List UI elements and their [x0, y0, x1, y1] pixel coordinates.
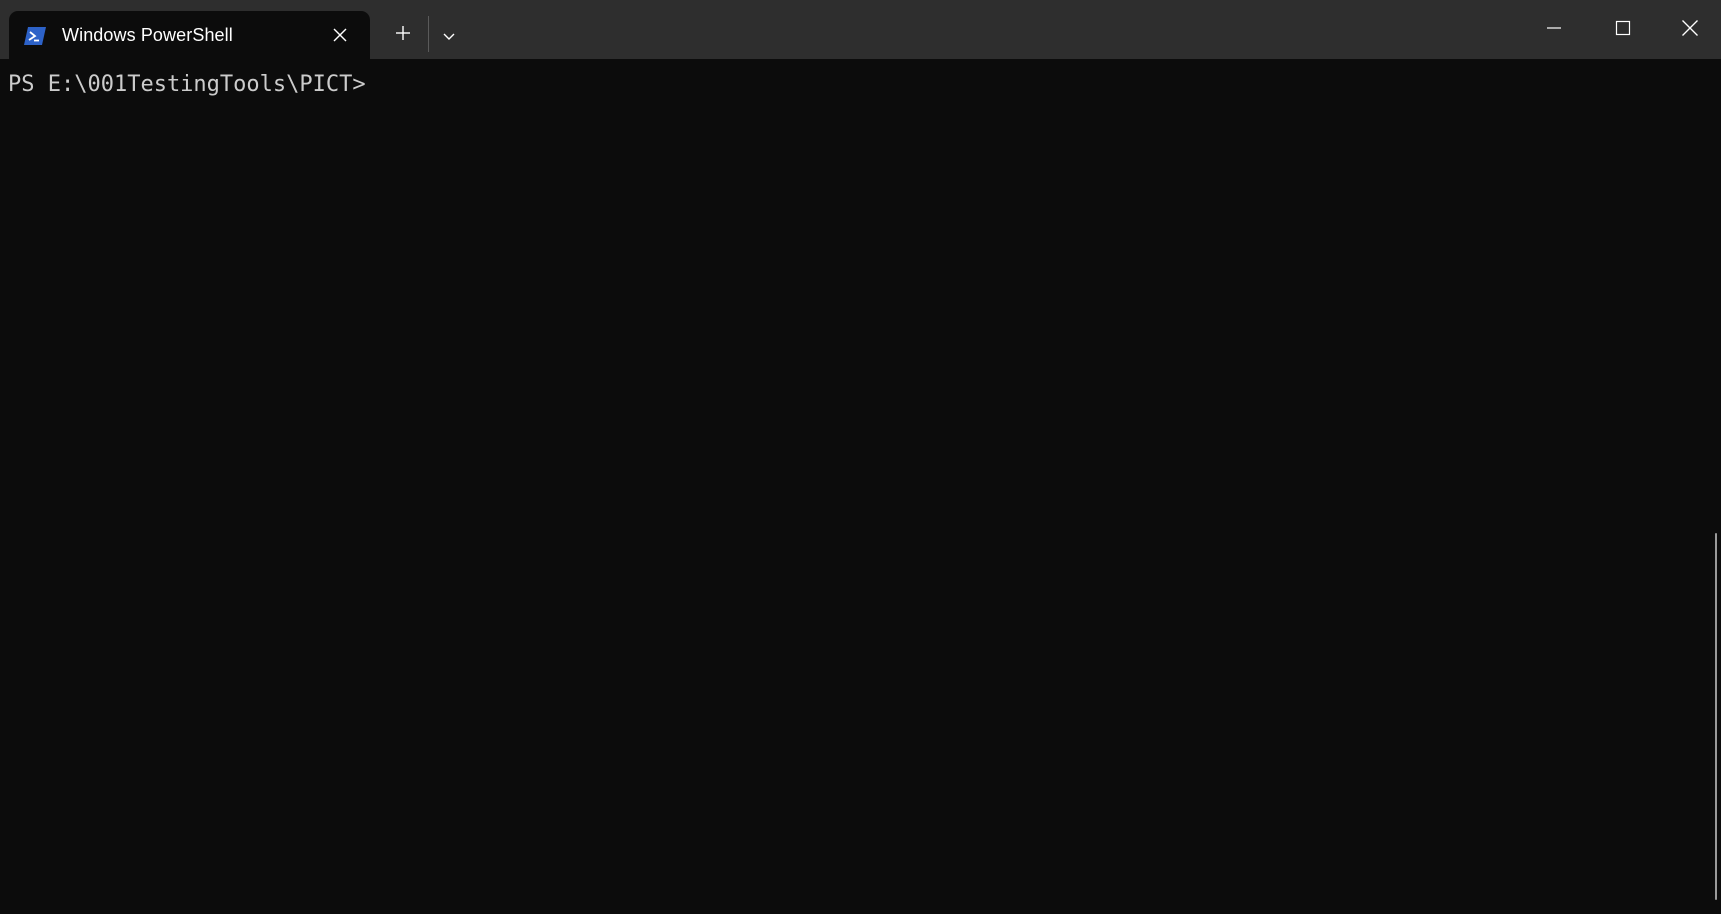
tab-close-icon[interactable] [328, 23, 352, 47]
title-bar[interactable]: Windows PowerShell [0, 0, 1721, 59]
close-icon [1681, 19, 1699, 41]
maximize-button[interactable] [1588, 0, 1657, 59]
plus-icon [395, 25, 411, 45]
tab-dropdown-button[interactable] [434, 20, 464, 50]
scrollbar[interactable] [1713, 59, 1721, 914]
command-prompt: PS E:\001TestingTools\PICT> [8, 72, 366, 97]
scrollbar-thumb[interactable] [1715, 533, 1717, 900]
tab-windows-powershell[interactable]: Windows PowerShell [9, 11, 370, 59]
new-tab-button[interactable] [388, 20, 418, 50]
terminal-output-area[interactable]: PS E:\001TestingTools\PICT> [0, 59, 1721, 914]
tab-divider [428, 16, 429, 52]
minimize-button[interactable] [1519, 0, 1588, 59]
terminal-window: Windows PowerShell PS E:\001TestingTools… [0, 0, 1721, 914]
chevron-down-icon [442, 26, 456, 45]
tab-title: Windows PowerShell [62, 24, 233, 45]
close-button[interactable] [1655, 0, 1721, 59]
minimize-icon [1546, 20, 1562, 40]
powershell-icon [24, 26, 46, 45]
maximize-icon [1615, 20, 1631, 40]
